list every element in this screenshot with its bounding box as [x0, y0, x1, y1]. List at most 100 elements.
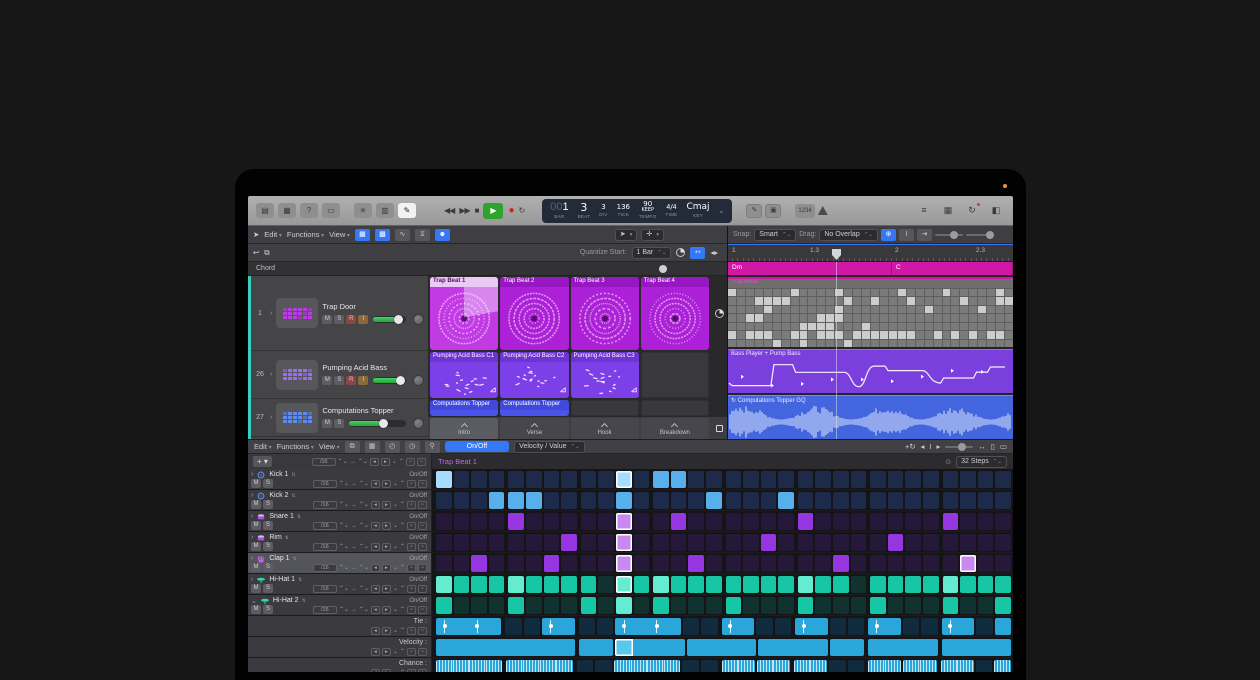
step-cell[interactable] [598, 534, 614, 551]
step-cell[interactable] [471, 534, 487, 551]
step-cell[interactable] [581, 471, 597, 488]
copy-steps-icon[interactable]: ▫ [407, 564, 416, 572]
step-cell[interactable] [648, 618, 664, 635]
step-cell[interactable] [888, 492, 904, 509]
step-cell[interactable] [701, 660, 718, 673]
step-cell[interactable] [903, 618, 919, 635]
step-cell[interactable] [815, 492, 831, 509]
step-cell[interactable] [722, 618, 738, 635]
rotate-left-icon[interactable]: ◂ [371, 501, 380, 509]
direction-icon[interactable]: → [351, 502, 357, 508]
octave-down-icon[interactable]: ⌄ [393, 585, 398, 592]
volume-slider[interactable] [373, 316, 406, 323]
editor-pencil-button[interactable]: ✎ [398, 203, 416, 218]
play-button[interactable]: ▶ [483, 203, 503, 219]
step-cell[interactable] [436, 618, 452, 635]
auto-zoom-button[interactable]: ⇥ [917, 229, 932, 241]
step-cell[interactable] [471, 513, 487, 530]
step-cell[interactable] [581, 534, 597, 551]
direction-icon[interactable]: → [351, 481, 357, 487]
stepper-icon[interactable]: ⌃⌄ [339, 543, 349, 550]
output-meter-icon[interactable]: ◧ [987, 203, 1005, 218]
loop-cell[interactable]: Trap Beat 3 [571, 277, 639, 350]
step-cell[interactable] [920, 639, 937, 656]
step-cell[interactable] [923, 555, 939, 572]
step-cell[interactable] [544, 513, 560, 530]
rotate-right-icon[interactable]: ▸ [381, 458, 390, 466]
step-cell[interactable] [761, 471, 777, 488]
pointer-tool-menu[interactable]: ➤▾ [615, 229, 638, 241]
copy-icon[interactable]: ⧉ [264, 248, 269, 258]
empty-cell-slot[interactable] [571, 400, 639, 416]
step-cell[interactable] [743, 597, 759, 614]
octave-down-icon[interactable]: ⌄ [393, 606, 398, 613]
flex-icon[interactable]: ⧖ [415, 229, 430, 241]
step-cell[interactable] [526, 471, 542, 488]
row-stepper-icon[interactable]: ⇅ [291, 493, 295, 499]
i-button[interactable]: I [358, 376, 368, 385]
rate-select[interactable]: /16 [313, 522, 337, 530]
step-cell[interactable] [870, 555, 886, 572]
step-cell[interactable] [960, 534, 976, 551]
step-cell[interactable] [815, 576, 831, 593]
add-row-button[interactable]: + ▾ [253, 456, 272, 467]
step-cell[interactable] [775, 618, 791, 635]
step-cell[interactable] [598, 513, 614, 530]
paste-steps-icon[interactable]: ▫ [418, 585, 427, 593]
step-cell[interactable] [943, 576, 959, 593]
step-cell[interactable] [706, 597, 722, 614]
octave-up-icon[interactable]: ⌃ [400, 627, 405, 634]
step-cell[interactable] [436, 513, 452, 530]
chevron-down-icon[interactable]: ⌄ [719, 207, 725, 215]
step-cell[interactable] [634, 534, 650, 551]
step-cell[interactable] [616, 492, 632, 509]
step-cell[interactable] [810, 660, 827, 673]
step-cell[interactable] [508, 555, 524, 572]
rate-select[interactable]: /16 [313, 606, 337, 614]
solo-button[interactable]: S [263, 605, 273, 614]
seq-menu-view[interactable]: View ▾ [319, 442, 340, 451]
step-cell[interactable] [561, 492, 577, 509]
i-button[interactable]: I [358, 315, 368, 324]
step-cell[interactable] [851, 492, 867, 509]
paste-steps-icon[interactable]: ▫ [418, 522, 427, 530]
step-cell[interactable] [489, 576, 505, 593]
solo-button[interactable]: S [263, 500, 273, 509]
step-cell[interactable] [743, 471, 759, 488]
copy-steps-icon[interactable]: ▫ [407, 627, 416, 635]
step-cell[interactable] [671, 597, 687, 614]
octave-down-icon[interactable]: ⌄ [393, 543, 398, 550]
step-cell[interactable] [489, 513, 505, 530]
row-stepper-icon[interactable]: ⇅ [297, 514, 301, 520]
step-cell[interactable] [903, 639, 920, 656]
automation-icon[interactable]: ∿ [395, 229, 410, 241]
loop-cell[interactable]: Computations Topper [430, 400, 498, 416]
list-editors-icon[interactable]: ≡ [915, 203, 933, 218]
step-cell[interactable] [454, 576, 470, 593]
step-cell[interactable] [526, 576, 542, 593]
step-cell[interactable] [829, 660, 846, 673]
mute-button[interactable]: M [251, 605, 261, 614]
grid-mode-icon[interactable]: ▦ [365, 441, 380, 453]
step-cell[interactable] [941, 660, 958, 673]
step-cell[interactable] [778, 597, 794, 614]
step-cell[interactable] [870, 492, 886, 509]
step-cell[interactable] [798, 534, 814, 551]
text-cursor-icon[interactable]: I [929, 442, 931, 451]
step-cell[interactable] [544, 555, 560, 572]
step-cell[interactable] [778, 576, 794, 593]
step-cell[interactable] [815, 555, 831, 572]
chord-globe-icon[interactable] [659, 265, 667, 273]
rotate-right-icon[interactable]: ▸ [382, 522, 391, 530]
step-cell[interactable] [798, 471, 814, 488]
stepper-icon[interactable]: ⌃⌄ [359, 501, 369, 508]
step-cell[interactable] [506, 660, 523, 673]
row-stepper-icon[interactable]: ⇅ [298, 577, 302, 583]
step-cell[interactable] [761, 513, 777, 530]
step-cell[interactable] [471, 492, 487, 509]
rotate-right-icon[interactable]: ▸ [382, 627, 391, 635]
forward-button[interactable]: ▶▶ [459, 206, 469, 215]
copy-steps-icon[interactable]: ▫ [407, 648, 416, 656]
step-cell[interactable] [848, 660, 865, 673]
rotate-right-icon[interactable]: ▸ [382, 669, 391, 673]
